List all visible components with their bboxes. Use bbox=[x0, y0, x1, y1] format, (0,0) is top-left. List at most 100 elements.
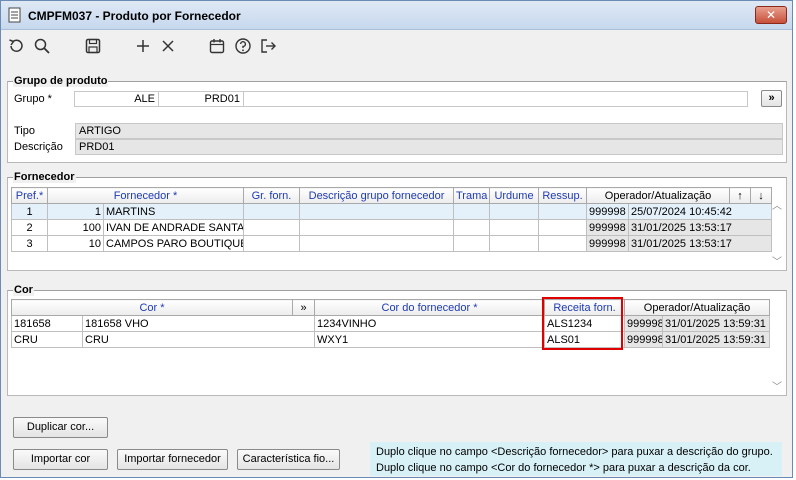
hint-line-2: Duplo clique no campo <Cor do fornecedor… bbox=[376, 462, 751, 474]
descricao-label: Descrição bbox=[14, 141, 63, 153]
scroll-down-icon[interactable]: ﹀ bbox=[772, 378, 782, 393]
cell-operador: 999998 bbox=[624, 315, 663, 332]
descricao-field: PRD01 bbox=[75, 139, 783, 155]
cell-pref[interactable]: 3 bbox=[11, 235, 48, 252]
sort-up-button[interactable]: ↑ bbox=[729, 187, 751, 204]
grupo-expand-button[interactable]: » bbox=[761, 90, 782, 107]
table-row[interactable]: 181658 181658 VHO 1234VINHO ALS1234 9999… bbox=[11, 315, 770, 332]
tipo-field: ARTIGO bbox=[75, 123, 783, 139]
cell-trama[interactable] bbox=[453, 219, 490, 236]
cell-operador: 999998 bbox=[586, 235, 629, 252]
column-header-trama[interactable]: Trama bbox=[453, 187, 490, 204]
toolbar bbox=[1, 31, 792, 61]
cor-header-row: Cor * » Cor do fornecedor * Receita forn… bbox=[11, 299, 770, 316]
column-header-ressup[interactable]: Ressup. bbox=[538, 187, 587, 204]
column-header-fornecedor[interactable]: Fornecedor * bbox=[47, 187, 244, 204]
main-window: CMPFM037 - Produto por Fornecedor ✕ Grup… bbox=[0, 0, 793, 478]
cell-code[interactable]: 10 bbox=[47, 235, 104, 252]
calendar-icon[interactable] bbox=[208, 37, 226, 55]
fornecedor-section-title: Fornecedor bbox=[13, 171, 76, 183]
delete-icon[interactable] bbox=[159, 37, 177, 55]
search-icon[interactable] bbox=[33, 37, 51, 55]
cell-urdume[interactable] bbox=[489, 219, 539, 236]
column-header-cor-fornecedor[interactable]: Cor do fornecedor * bbox=[314, 299, 545, 316]
exit-icon[interactable] bbox=[259, 37, 277, 55]
cor-section-title: Cor bbox=[13, 284, 34, 296]
scroll-down-icon[interactable]: ﹀ bbox=[772, 253, 782, 268]
cell-cor-code[interactable]: 181658 bbox=[11, 315, 83, 332]
cell-code[interactable]: 100 bbox=[47, 219, 104, 236]
cell-ressup[interactable] bbox=[538, 235, 587, 252]
grupo-value-field[interactable]: PRD01 bbox=[158, 91, 244, 107]
cell-trama[interactable] bbox=[453, 235, 490, 252]
sort-down-button[interactable]: ↓ bbox=[750, 187, 772, 204]
cell-pref[interactable]: 2 bbox=[11, 219, 48, 236]
scroll-up-icon[interactable]: ︿ bbox=[772, 197, 782, 212]
cell-data: 31/01/2025 13:59:31 bbox=[662, 331, 770, 348]
column-header-operador[interactable]: Operador/Atualização bbox=[624, 299, 770, 316]
grupo-label: Grupo * bbox=[14, 93, 52, 105]
close-button[interactable]: ✕ bbox=[755, 6, 787, 24]
cell-operador: 999998 bbox=[586, 203, 629, 220]
document-icon bbox=[8, 7, 22, 23]
duplicar-cor-button[interactable]: Duplicar cor... bbox=[13, 417, 108, 438]
cell-cor-name[interactable]: CRU bbox=[82, 331, 315, 348]
column-header-urdume[interactable]: Urdume bbox=[489, 187, 539, 204]
cell-gr-forn[interactable] bbox=[243, 219, 300, 236]
tipo-label: Tipo bbox=[14, 125, 35, 137]
column-header-cor[interactable]: Cor * bbox=[11, 299, 293, 316]
grupo-section-title: Grupo de produto bbox=[13, 75, 109, 87]
cell-urdume[interactable] bbox=[489, 235, 539, 252]
column-header-operador[interactable]: Operador/Atualização bbox=[586, 187, 730, 204]
cell-data: 25/07/2024 10:45:42 bbox=[628, 203, 772, 220]
fornecedor-header-row: Pref.* Fornecedor * Gr. forn. Descrição … bbox=[11, 187, 772, 204]
cell-cor-code[interactable]: CRU bbox=[11, 331, 83, 348]
window-title: CMPFM037 - Produto por Fornecedor bbox=[28, 9, 241, 23]
highlight-box bbox=[542, 297, 623, 350]
cell-gr-forn[interactable] bbox=[243, 235, 300, 252]
cell-code[interactable]: 1 bbox=[47, 203, 104, 220]
cell-ressup[interactable] bbox=[538, 219, 587, 236]
cell-cor-fornecedor[interactable]: WXY1 bbox=[314, 331, 545, 348]
column-header-descricao-grupo[interactable]: Descrição grupo fornecedor bbox=[299, 187, 454, 204]
table-row[interactable]: 2 100 IVAN DE ANDRADE SANTAN 999998 31/0… bbox=[11, 219, 772, 236]
table-row[interactable]: CRU CRU WXY1 ALS01 999998 31/01/2025 13:… bbox=[11, 331, 770, 348]
cell-data: 31/01/2025 13:53:17 bbox=[628, 235, 772, 252]
hint-panel: Duplo clique no campo <Descrição fornece… bbox=[370, 442, 782, 476]
importar-cor-button[interactable]: Importar cor bbox=[13, 449, 108, 470]
cell-trama[interactable] bbox=[453, 203, 490, 220]
cell-descricao[interactable] bbox=[299, 235, 454, 252]
cor-expand-button[interactable]: » bbox=[292, 299, 315, 316]
grupo-extra-field[interactable] bbox=[243, 91, 748, 107]
undo-icon[interactable] bbox=[7, 37, 25, 55]
caracteristica-fio-button[interactable]: Característica fio... bbox=[237, 449, 340, 470]
fornecedor-table: Pref.* Fornecedor * Gr. forn. Descrição … bbox=[11, 187, 772, 252]
cell-data: 31/01/2025 13:53:17 bbox=[628, 219, 772, 236]
column-header-pref[interactable]: Pref.* bbox=[11, 187, 48, 204]
cell-name[interactable]: IVAN DE ANDRADE SANTAN bbox=[103, 219, 244, 236]
cor-table: Cor * » Cor do fornecedor * Receita forn… bbox=[11, 299, 770, 348]
help-icon[interactable] bbox=[234, 37, 252, 55]
cell-cor-fornecedor[interactable]: 1234VINHO bbox=[314, 315, 545, 332]
cell-urdume[interactable] bbox=[489, 203, 539, 220]
cell-name[interactable]: CAMPOS PARO BOUTIQUE L bbox=[103, 235, 244, 252]
cell-data: 31/01/2025 13:59:31 bbox=[662, 315, 770, 332]
hint-line-1: Duplo clique no campo <Descrição fornece… bbox=[376, 446, 773, 458]
cell-descricao[interactable] bbox=[299, 219, 454, 236]
save-icon[interactable] bbox=[84, 37, 102, 55]
grupo-code-field[interactable]: ALE bbox=[74, 91, 159, 107]
add-icon[interactable] bbox=[134, 37, 152, 55]
cell-ressup[interactable] bbox=[538, 203, 587, 220]
cell-pref[interactable]: 1 bbox=[11, 203, 48, 220]
cell-name[interactable]: MARTINS bbox=[103, 203, 244, 220]
cell-descricao[interactable] bbox=[299, 203, 454, 220]
table-row[interactable]: 1 1 MARTINS 999998 25/07/2024 10:45:42 bbox=[11, 203, 772, 220]
cell-operador: 999998 bbox=[586, 219, 629, 236]
cell-gr-forn[interactable] bbox=[243, 203, 300, 220]
column-header-gr-forn[interactable]: Gr. forn. bbox=[243, 187, 300, 204]
cell-operador: 999998 bbox=[624, 331, 663, 348]
table-row[interactable]: 3 10 CAMPOS PARO BOUTIQUE L 999998 31/01… bbox=[11, 235, 772, 252]
cell-cor-name[interactable]: 181658 VHO bbox=[82, 315, 315, 332]
importar-fornecedor-button[interactable]: Importar fornecedor bbox=[117, 449, 228, 470]
title-bar: CMPFM037 - Produto por Fornecedor ✕ bbox=[1, 1, 792, 30]
